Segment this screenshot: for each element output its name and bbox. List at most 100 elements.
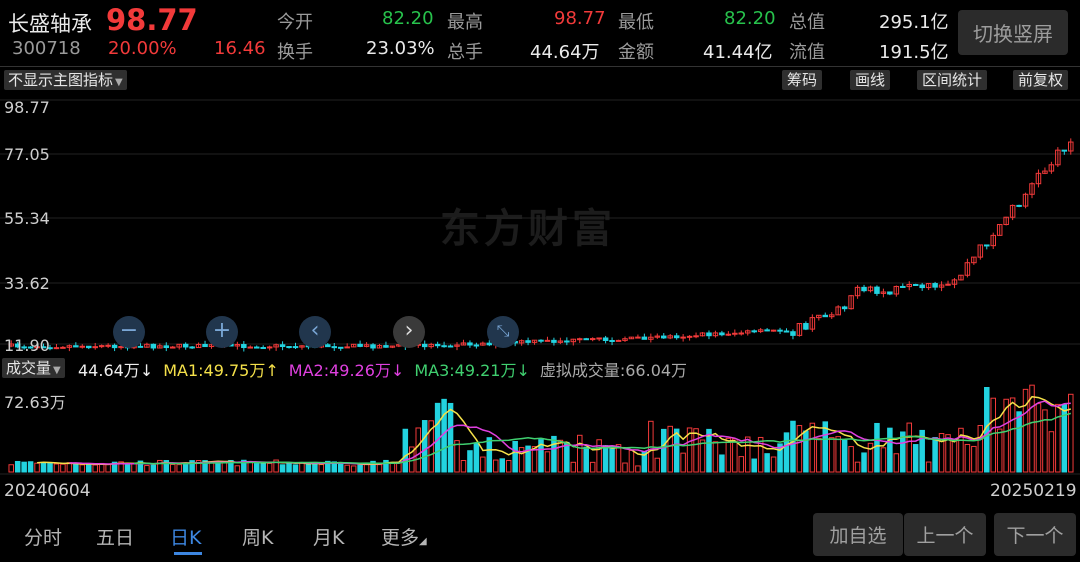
candle-body (434, 343, 441, 347)
candle-body (292, 346, 299, 349)
volume-bar (557, 439, 564, 473)
price-adjust-button[interactable]: 前复权 (1013, 70, 1069, 90)
zoom-in-button[interactable]: + (206, 316, 238, 348)
stock-code: 300718 (12, 38, 81, 59)
candle-body (738, 332, 745, 335)
arrow-down-icon: ↓ (390, 361, 405, 380)
tab-daily-k[interactable]: 日K (170, 523, 201, 550)
y-tick-2: 77.05 (4, 145, 50, 164)
stat-label-low: 最低 (618, 12, 654, 33)
ma3-line (133, 412, 1072, 465)
volume-bar (473, 442, 480, 473)
volume-bar (144, 465, 150, 473)
tab-weekly-k[interactable]: 周K (242, 523, 273, 550)
candle-body (660, 335, 667, 339)
volume-bar (105, 464, 111, 473)
volume-bar (693, 428, 699, 473)
volume-indicator-label: 成交量 (6, 359, 52, 377)
candle-body (421, 343, 428, 348)
ma2-legend: MA2:49.26万↓ (289, 357, 405, 381)
previous-stock-button[interactable]: 上一个 (904, 513, 986, 556)
candle-body (777, 329, 783, 332)
volume-bar (680, 452, 686, 473)
volume-bar (796, 425, 803, 473)
tab-more[interactable]: 更多◢ (381, 523, 427, 550)
candle-body (105, 344, 111, 347)
volume-indicator-select[interactable]: 成交量 ▼ (2, 358, 65, 378)
range-stats-button[interactable]: 区间统计 (917, 70, 988, 90)
volume-bar (1016, 411, 1022, 473)
volume-bar (660, 428, 667, 473)
main-indicator-select[interactable]: 不显示主图指标 ▼ (4, 70, 127, 90)
candle-body (686, 335, 693, 338)
volume-bar (893, 453, 900, 473)
volume-bar (783, 432, 790, 473)
volume-chart[interactable] (0, 380, 1080, 475)
tab-five-day[interactable]: 五日 (96, 523, 134, 550)
stat-label-total-volume: 总手 (447, 42, 483, 63)
add-watchlist-button[interactable]: 加自选 (813, 513, 903, 556)
candle-body (473, 344, 480, 347)
volume-bar (21, 461, 27, 473)
volume-bar (8, 464, 14, 473)
candle-body (73, 345, 79, 348)
volume-bar (73, 463, 79, 473)
volume-bar (570, 461, 577, 473)
candle-body (169, 346, 176, 349)
volume-bar (53, 463, 60, 473)
volume-bar (79, 464, 86, 473)
volume-bar (467, 450, 473, 473)
candle-body (331, 346, 338, 349)
tab-intraday[interactable]: 分时 (24, 523, 62, 550)
stat-value-turnover: 23.03% (366, 38, 435, 59)
volume-bar (635, 465, 641, 473)
candle-body (602, 337, 609, 342)
draw-line-button[interactable]: 画线 (850, 70, 891, 90)
candle-body (719, 332, 725, 336)
volume-bar (350, 465, 357, 473)
volume-bar (654, 457, 661, 473)
chip-distribution-button[interactable]: 筹码 (782, 70, 823, 90)
scroll-left-button[interactable]: ‹ (299, 316, 331, 348)
y-tick-5: 11.90 (4, 336, 50, 355)
volume-bar (415, 427, 422, 473)
next-stock-button[interactable]: 下一个 (994, 513, 1076, 556)
switch-portrait-button[interactable]: 切换竖屏 (958, 10, 1068, 55)
candle-body (279, 344, 286, 348)
volume-bar (480, 456, 486, 473)
volume-bar (505, 459, 512, 473)
collapse-icon[interactable]: ⤡ (487, 316, 519, 348)
volume-bar (673, 428, 680, 473)
volume-bar (841, 439, 848, 473)
volume-bar (234, 465, 241, 473)
zoom-out-button[interactable]: − (113, 316, 145, 348)
y-tick-1: 98.77 (4, 98, 50, 117)
candle-body (253, 346, 260, 349)
candle-body (1016, 204, 1022, 207)
volume-value-text: 44.64万 (78, 361, 140, 380)
volume-bar (182, 464, 189, 473)
ma3-text: MA3:49.21万 (414, 361, 517, 380)
volume-bar (253, 463, 260, 473)
stat-value-float-value: 191.5亿 (879, 42, 949, 63)
candle-body (525, 340, 531, 343)
candle-body (861, 286, 867, 292)
volume-bar (157, 459, 163, 473)
volume-legend: 44.64万↓ MA1:49.75万↑ MA2:49.26万↓ MA3:49.2… (78, 357, 687, 381)
volume-bar (699, 439, 706, 473)
candle-body (589, 338, 596, 341)
scroll-right-button[interactable]: › (393, 316, 425, 348)
candle-body (325, 344, 331, 348)
candle-body (706, 332, 712, 337)
volume-bar (499, 458, 505, 473)
candle-body (286, 346, 292, 349)
candle-body (1061, 149, 1068, 152)
volume-bar (40, 462, 47, 473)
tab-monthly-k[interactable]: 月K (313, 523, 344, 550)
volume-bar (770, 456, 777, 473)
stat-value-total-volume: 44.64万 (530, 42, 600, 63)
volume-bar (790, 420, 796, 473)
kline-chart[interactable] (0, 94, 1080, 354)
volume-bar (357, 464, 363, 473)
candle-body (822, 314, 829, 318)
